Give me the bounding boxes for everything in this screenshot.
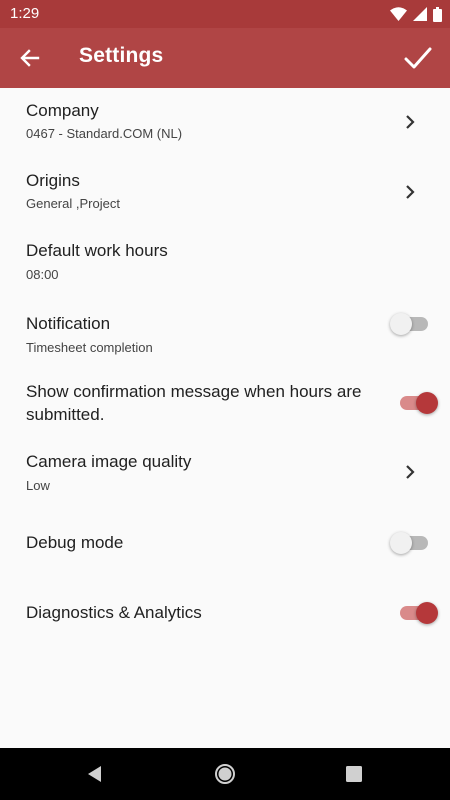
notification-toggle[interactable] (390, 312, 430, 336)
setting-camera-quality[interactable]: Camera image quality Low (0, 442, 450, 512)
notification-subtitle: Timesheet completion (26, 340, 153, 355)
setting-company[interactable]: Company 0467 - Standard.COM (NL) (0, 88, 450, 158)
toggle-thumb (390, 313, 412, 335)
confirm-button[interactable] (398, 38, 438, 78)
battery-icon (433, 6, 442, 22)
recents-square-icon[interactable] (342, 762, 366, 786)
app-bar: Settings (0, 28, 450, 88)
system-nav-bar (0, 748, 450, 800)
company-title: Company (26, 101, 99, 120)
toggle-thumb (416, 602, 438, 624)
toggle-thumb (390, 532, 412, 554)
setting-default-work-hours[interactable]: Default work hours 08:00 (0, 228, 450, 300)
diagnostics-title: Diagnostics & Analytics (26, 603, 202, 622)
diagnostics-toggle[interactable] (396, 601, 438, 625)
settings-screen: 1:29 Settings Company 0467 - Standard.CO… (0, 0, 450, 800)
debug-mode-title: Debug mode (26, 533, 124, 552)
origins-subtitle: General ,Project (26, 196, 120, 211)
home-circle-icon[interactable] (213, 762, 237, 786)
check-icon (404, 47, 432, 69)
company-subtitle: 0467 - Standard.COM (NL) (26, 126, 183, 141)
back-triangle-icon[interactable] (83, 762, 107, 786)
notification-title: Notification (26, 314, 111, 333)
show-confirmation-toggle[interactable] (396, 391, 438, 415)
debug-mode-toggle[interactable] (390, 531, 430, 555)
status-icons (390, 6, 442, 22)
camera-quality-title: Camera image quality (26, 452, 192, 471)
origins-title: Origins (26, 171, 80, 190)
setting-show-confirmation[interactable]: Show confirmation message when hours are… (0, 372, 450, 442)
signal-icon (413, 7, 427, 21)
camera-quality-value: Low (26, 478, 50, 493)
status-time: 1:29 (10, 5, 40, 22)
setting-origins[interactable]: Origins General ,Project (0, 158, 450, 228)
show-confirmation-title-line2: submitted. (26, 405, 105, 424)
toggle-thumb (416, 392, 438, 414)
back-button[interactable] (12, 40, 48, 76)
setting-notification[interactable]: Notification Timesheet completion (0, 300, 450, 372)
status-bar: 1:29 (0, 0, 450, 28)
show-confirmation-title-line1: Show confirmation message when hours are (26, 382, 362, 401)
chevron-right-icon (406, 115, 415, 129)
setting-debug-mode[interactable]: Debug mode (0, 512, 450, 582)
setting-diagnostics[interactable]: Diagnostics & Analytics (0, 582, 450, 652)
page-title: Settings (79, 44, 164, 67)
default-work-hours-title: Default work hours (26, 241, 168, 260)
wifi-icon (390, 7, 407, 21)
default-work-hours-value: 08:00 (26, 267, 59, 282)
arrow-back-icon (20, 49, 40, 67)
chevron-right-icon (406, 185, 415, 199)
chevron-right-icon (406, 465, 415, 479)
